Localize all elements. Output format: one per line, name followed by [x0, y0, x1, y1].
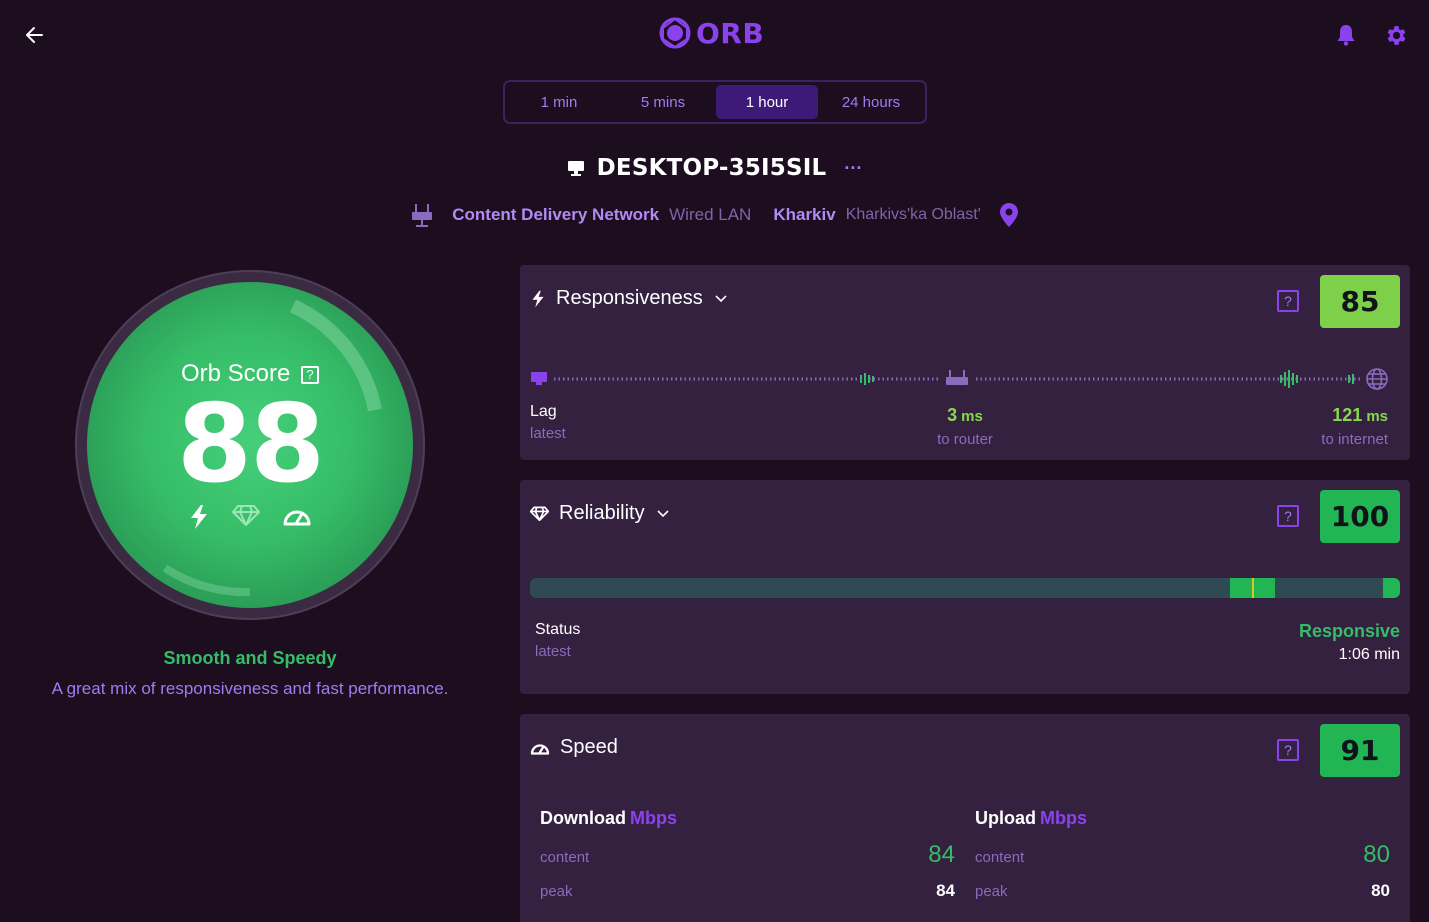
network-type: Wired LAN: [669, 205, 752, 224]
reliability-timeline-bar: [530, 578, 1400, 598]
lag-label: Lag: [530, 403, 557, 420]
responsiveness-help-button[interactable]: ?: [1277, 290, 1299, 312]
logo-text: ORB: [696, 16, 765, 50]
router-lag-number: 3: [947, 405, 958, 425]
diamond-icon: [530, 506, 549, 521]
upload-peak-label: peak: [975, 883, 1008, 900]
time-range-tabs: 1 min 5 mins 1 hour 24 hours: [503, 80, 927, 124]
router-icon: [946, 370, 968, 385]
desktop-icon: [567, 161, 584, 176]
status-label: Status: [535, 621, 581, 638]
diamond-icon: [232, 505, 260, 526]
lag-path-graphic: [531, 368, 1388, 390]
bell-icon: [1337, 25, 1355, 46]
network-info: Content Delivery Network Wired LAN Khark…: [0, 202, 1429, 228]
arrow-left-icon: [26, 27, 43, 43]
upload-content-label: content: [975, 849, 1025, 866]
responsiveness-card: Responsiveness ? 85 Lag latest 3 ms to r…: [520, 265, 1410, 460]
speed-title: Speed: [560, 736, 618, 758]
orb-summary-title: Smooth and Speedy: [163, 648, 337, 668]
settings-button[interactable]: [1383, 23, 1408, 48]
reliability-header[interactable]: Reliability: [530, 502, 669, 525]
orb-score-value: 88: [176, 382, 325, 507]
gear-icon: [1387, 26, 1406, 45]
upload-content-row: content 80: [975, 841, 1390, 871]
upload-heading: Upload Mbps: [975, 808, 1390, 829]
internet-lag-value: 121 ms: [1332, 405, 1388, 426]
status-latest-label: latest: [535, 643, 571, 660]
back-button[interactable]: [22, 22, 48, 48]
reliability-help-button[interactable]: ?: [1277, 505, 1299, 527]
responsiveness-score: 85: [1320, 275, 1400, 328]
more-options-button[interactable]: ···: [844, 158, 862, 179]
internet-lag-label: to internet: [1321, 431, 1388, 448]
status-duration: 1:06 min: [1338, 646, 1400, 663]
download-content-value: 84: [928, 841, 955, 868]
lightning-icon: [191, 505, 207, 529]
desktop-icon: [531, 372, 547, 382]
lag-latest-label: latest: [530, 425, 566, 442]
top-bar: ORB: [0, 0, 1429, 70]
download-peak-row: peak 84: [540, 875, 955, 905]
speedometer-icon: [530, 744, 550, 755]
upload-peak-value: 80: [1371, 881, 1390, 900]
lightning-icon: [532, 290, 544, 307]
download-peak-value: 84: [936, 881, 955, 900]
location-region: Kharkivs'ka Oblast': [845, 206, 981, 223]
device-header: DESKTOP-35I5SIL ···: [0, 155, 1429, 181]
router-lag-value: 3 ms: [900, 405, 1030, 426]
download-title: Download: [540, 808, 626, 828]
download-heading: Download Mbps: [540, 808, 955, 829]
router-lag-unit: ms: [961, 408, 983, 425]
internet-lag-number: 121: [1332, 405, 1363, 425]
upload-content-value: 80: [1363, 841, 1390, 868]
reliability-score: 100: [1320, 490, 1400, 543]
tab-5-mins[interactable]: 5 mins: [612, 85, 714, 119]
responsiveness-title: Responsiveness: [556, 287, 703, 309]
reliability-card: Reliability ? 100 Status latest Responsi…: [520, 480, 1410, 694]
globe-icon: [1366, 368, 1388, 390]
notifications-button[interactable]: [1334, 23, 1358, 47]
router-icon: [412, 204, 433, 227]
speed-card: Speed ? 91 Download Mbps content 84 peak …: [520, 714, 1410, 922]
tab-1-hour[interactable]: 1 hour: [716, 85, 818, 119]
speed-score: 91: [1320, 724, 1400, 777]
orb-category-icons: [75, 504, 425, 530]
internet-lag-unit: ms: [1366, 408, 1388, 425]
download-peak-label: peak: [540, 883, 573, 900]
upload-title: Upload: [975, 808, 1036, 828]
orb-score-widget: Orb Score ? 88: [75, 270, 425, 620]
download-content-label: content: [540, 849, 590, 866]
download-content-row: content 84: [540, 841, 955, 871]
responsiveness-header[interactable]: Responsiveness: [530, 287, 727, 310]
tab-1-min[interactable]: 1 min: [508, 85, 610, 119]
chevron-down-icon: [657, 509, 669, 517]
reliability-marker: [1252, 578, 1254, 598]
orb-logo-icon: [659, 17, 691, 49]
location-pin-icon[interactable]: [999, 202, 1019, 228]
chevron-down-icon: [715, 294, 727, 302]
speed-header: Speed: [530, 736, 618, 759]
device-name: DESKTOP-35I5SIL: [596, 155, 827, 181]
router-lag-label: to router: [937, 431, 993, 448]
network-name: Content Delivery Network: [452, 205, 660, 224]
upload-unit: Mbps: [1040, 808, 1087, 828]
upload-section: Upload Mbps content 80 peak 80: [975, 808, 1390, 905]
app-logo: ORB: [658, 16, 764, 50]
location-city: Kharkiv: [773, 205, 836, 224]
orb-summary-text: A great mix of responsiveness and fast p…: [51, 679, 449, 698]
tab-24-hours[interactable]: 24 hours: [820, 85, 922, 119]
upload-peak-row: peak 80: [975, 875, 1390, 905]
speed-help-button[interactable]: ?: [1277, 739, 1299, 761]
reliability-title: Reliability: [559, 502, 645, 524]
download-unit: Mbps: [630, 808, 677, 828]
status-value: Responsive: [1298, 621, 1400, 641]
download-section: Download Mbps content 84 peak 84: [540, 808, 955, 905]
reliability-segment: [1383, 578, 1400, 598]
speedometer-icon: [283, 510, 311, 526]
